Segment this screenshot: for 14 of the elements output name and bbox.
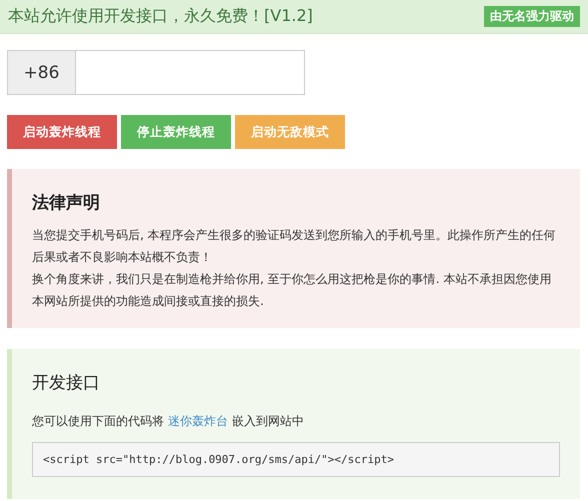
action-button[interactable]: 启动轰炸线程: [7, 115, 117, 149]
phone-input-group[interactable]: +86: [7, 50, 305, 95]
notice-text: 换个角度来讲，我们只是在制造枪并给你用, 至于你怎么用这把枪是你的事情. 本站不承担因您使用本网站所提供的功能造成间接或直接的损失.: [32, 271, 552, 310]
powered-by-label: 由无名强力驱动: [484, 6, 580, 27]
code-block: <script src="http://blog.0907.org/sms/api/"></script>: [32, 442, 560, 477]
embed-link[interactable]: 迷你轰炸台: [168, 414, 228, 428]
action-button[interactable]: 启动无敌模式: [235, 115, 345, 149]
panel-title: 法律声明: [32, 192, 101, 214]
notice-text: 当您提交手机号码后, 本程序会产生很多的验证码发送到您所输入的手机号里。此操作所产生的任何后果或者不良影响本站概不负责！: [32, 227, 557, 266]
embed-instruction: 您可以使用下面的代码将 迷你轰炸台 嵌入到网站中: [32, 413, 305, 430]
action-button[interactable]: 停止轰炸线程: [121, 115, 231, 149]
site-notice: 本站允许使用开发接口，永久免费！[V1.2]: [8, 6, 313, 27]
panel-title: 开发接口: [32, 372, 101, 394]
country-code: +86: [8, 51, 76, 94]
